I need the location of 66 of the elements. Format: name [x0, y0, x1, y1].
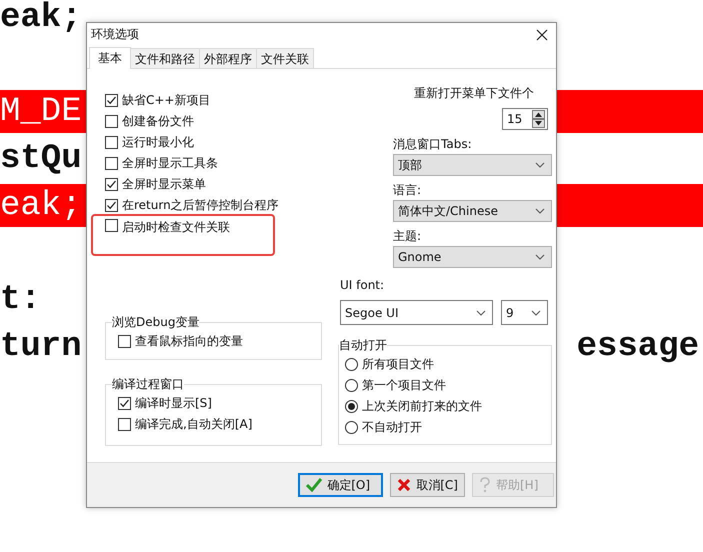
field-label: UI font: [340, 278, 386, 294]
dropdown[interactable]: Segoe UI [340, 300, 493, 325]
checkbox-label[interactable]: 编译时显示[S] [135, 395, 212, 412]
checkbox[interactable] [118, 397, 131, 410]
chevron-down-icon [531, 310, 541, 316]
group-title: 自动打开 [339, 337, 387, 354]
checkbox[interactable] [105, 157, 118, 170]
radio-label[interactable]: 上次关闭前打来的文件 [362, 398, 482, 415]
chevron-down-icon [535, 162, 545, 168]
chevron-down-icon [535, 208, 545, 214]
radio-label[interactable]: 不自动打开 [362, 419, 422, 436]
code-text: t: [0, 280, 41, 318]
window-title: 环境选项 [91, 26, 139, 43]
chevron-down-icon [535, 254, 545, 260]
question-icon [479, 477, 491, 493]
checkbox-label[interactable]: 全屏时显示工具条 [122, 155, 218, 172]
number-spinner[interactable]: 15 [502, 108, 548, 130]
tab[interactable]: 文件关联 [256, 48, 314, 68]
code-text: turn [0, 328, 82, 366]
field-label: 消息窗口Tabs: [393, 136, 473, 152]
checkbox-label[interactable]: 全屏时显示菜单 [122, 176, 206, 193]
checkbox[interactable] [105, 199, 118, 212]
close-icon[interactable] [536, 28, 548, 40]
spinner-arrows-icon[interactable] [532, 110, 545, 128]
radio-button[interactable] [345, 358, 358, 371]
checkbox-label[interactable]: 编译完成,自动关闭[A] [135, 416, 252, 433]
group-title: 浏览Debug变量 [112, 314, 200, 331]
code-text: eak; [0, 186, 82, 224]
checkbox[interactable] [105, 115, 118, 128]
checkbox[interactable] [105, 94, 118, 107]
checkbox[interactable] [118, 335, 131, 348]
tab[interactable]: 文件和路径 [130, 48, 200, 68]
checkbox[interactable] [118, 418, 131, 431]
radio-label[interactable]: 第一个项目文件 [362, 377, 446, 394]
dialog-button[interactable]: 取消[C] [390, 473, 465, 497]
check-icon [306, 478, 322, 492]
chevron-down-icon [476, 310, 486, 316]
dialog-button[interactable]: 确定[O] [298, 473, 384, 497]
field-label: 主题: [393, 228, 422, 244]
dropdown[interactable]: 9 [501, 300, 548, 325]
field-label: 语言: [393, 182, 422, 198]
radio-label[interactable]: 所有项目文件 [362, 356, 434, 373]
checkbox-label[interactable]: 运行时最小化 [122, 134, 194, 151]
checkbox-label[interactable]: 在return之后暂停控制台程序 [122, 197, 279, 214]
checkbox-label[interactable]: 查看鼠标指向的变量 [135, 333, 243, 350]
code-text: stQu [0, 140, 82, 178]
cross-icon [397, 478, 412, 492]
checkbox-label[interactable]: 创建备份文件 [122, 113, 194, 130]
tab[interactable]: 基本 [89, 47, 131, 69]
checkbox-label[interactable]: 启动时检查文件关联 [122, 219, 230, 236]
tab[interactable]: 外部程序 [199, 48, 257, 68]
radio-button[interactable] [345, 421, 358, 434]
checkbox[interactable] [105, 178, 118, 191]
checkbox[interactable] [105, 219, 118, 232]
dropdown[interactable]: Gnome [393, 246, 552, 268]
dropdown[interactable]: 顶部 [393, 154, 552, 176]
group-title: 编译过程窗口 [112, 376, 184, 393]
code-text: eak; [0, 0, 82, 36]
field-label: 重新打开菜单下文件个 [413, 85, 535, 102]
radio-button[interactable] [345, 379, 358, 392]
code-text: essage [576, 328, 699, 366]
checkbox[interactable] [105, 136, 118, 149]
code-text: M_DE [0, 92, 82, 130]
dropdown[interactable]: 简体中文/Chinese [393, 200, 552, 222]
checkbox-label[interactable]: 缺省C++新项目 [122, 92, 210, 109]
radio-button[interactable] [345, 400, 358, 413]
